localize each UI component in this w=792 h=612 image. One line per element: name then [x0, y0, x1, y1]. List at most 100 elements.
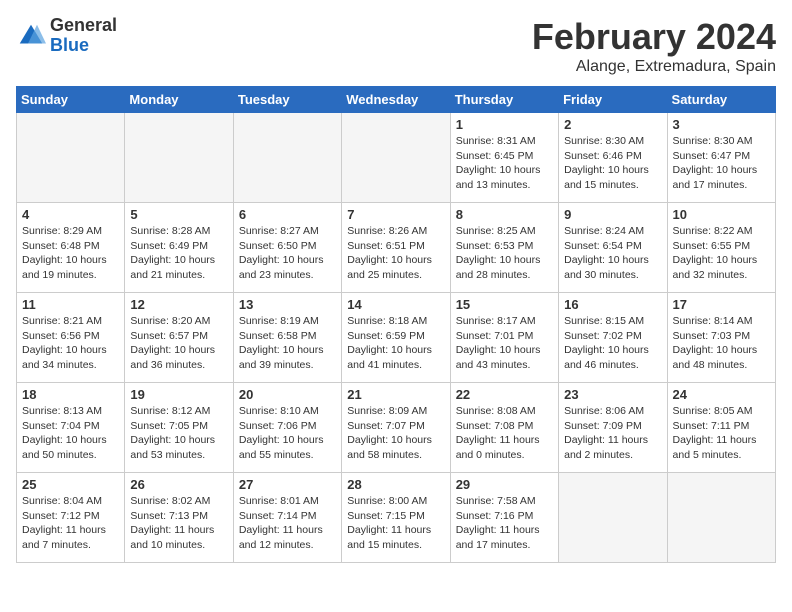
day-info: Sunrise: 8:30 AM Sunset: 6:46 PM Dayligh…: [564, 134, 661, 193]
day-number: 21: [347, 387, 444, 402]
logo-blue: Blue: [50, 36, 117, 56]
day-number: 3: [673, 117, 770, 132]
day-number: 12: [130, 297, 227, 312]
day-number: 25: [22, 477, 119, 492]
day-info: Sunrise: 8:29 AM Sunset: 6:48 PM Dayligh…: [22, 224, 119, 283]
calendar-cell: 3 Sunrise: 8:30 AM Sunset: 6:47 PM Daylig…: [667, 113, 775, 203]
day-info: Sunrise: 8:14 AM Sunset: 7:03 PM Dayligh…: [673, 314, 770, 373]
day-info: Sunrise: 8:26 AM Sunset: 6:51 PM Dayligh…: [347, 224, 444, 283]
calendar-header-monday: Monday: [125, 87, 233, 113]
calendar-header-row: SundayMondayTuesdayWednesdayThursdayFrid…: [17, 87, 776, 113]
calendar-cell: [233, 113, 341, 203]
title-area: February 2024 Alange, Extremadura, Spain: [532, 16, 776, 76]
calendar-cell: 13Sunrise: 8:19 AM Sunset: 6:58 PM Dayli…: [233, 293, 341, 383]
day-number: 15: [456, 297, 553, 312]
day-number: 6: [239, 207, 336, 222]
day-info: Sunrise: 8:20 AM Sunset: 6:57 PM Dayligh…: [130, 314, 227, 373]
logo-text: General Blue: [50, 16, 117, 56]
day-number: 27: [239, 477, 336, 492]
day-number: 2: [564, 117, 661, 132]
calendar-cell: 22 Sunrise: 8:08 AM Sunset: 7:08 PM Dayli…: [450, 383, 558, 473]
day-info: Sunrise: 8:12 AM Sunset: 7:05 PM Dayligh…: [130, 404, 227, 463]
calendar-cell: 19Sunrise: 8:12 AM Sunset: 7:05 PM Dayli…: [125, 383, 233, 473]
day-info: Sunrise: 8:31 AM Sunset: 6:45 PM Dayligh…: [456, 134, 553, 193]
day-number: 24: [673, 387, 770, 402]
day-number: 14: [347, 297, 444, 312]
day-info: Sunrise: 8:27 AM Sunset: 6:50 PM Dayligh…: [239, 224, 336, 283]
calendar-cell: 21 Sunrise: 8:09 AM Sunset: 7:07 PM Dayli…: [342, 383, 450, 473]
calendar-cell: 29Sunrise: 7:58 AM Sunset: 7:16 PM Dayli…: [450, 473, 558, 563]
location-title: Alange, Extremadura, Spain: [532, 58, 776, 76]
calendar-cell: [667, 473, 775, 563]
day-info: Sunrise: 8:05 AM Sunset: 7:11 PM Dayligh…: [673, 404, 770, 463]
calendar-header-saturday: Saturday: [667, 87, 775, 113]
calendar-cell: 12 Sunrise: 8:20 AM Sunset: 6:57 PM Dayli…: [125, 293, 233, 383]
day-number: 5: [130, 207, 227, 222]
day-info: Sunrise: 8:09 AM Sunset: 7:07 PM Dayligh…: [347, 404, 444, 463]
day-number: 28: [347, 477, 444, 492]
day-info: Sunrise: 8:19 AM Sunset: 6:58 PM Dayligh…: [239, 314, 336, 373]
day-info: Sunrise: 8:08 AM Sunset: 7:08 PM Dayligh…: [456, 404, 553, 463]
calendar-header-tuesday: Tuesday: [233, 87, 341, 113]
day-number: 23: [564, 387, 661, 402]
calendar-cell: 24 Sunrise: 8:05 AM Sunset: 7:11 PM Dayli…: [667, 383, 775, 473]
day-info: Sunrise: 8:10 AM Sunset: 7:06 PM Dayligh…: [239, 404, 336, 463]
calendar-cell: [125, 113, 233, 203]
day-info: Sunrise: 8:18 AM Sunset: 6:59 PM Dayligh…: [347, 314, 444, 373]
day-number: 22: [456, 387, 553, 402]
day-number: 7: [347, 207, 444, 222]
calendar-cell: 28 Sunrise: 8:00 AM Sunset: 7:15 PM Dayli…: [342, 473, 450, 563]
day-number: 9: [564, 207, 661, 222]
page-header: General Blue February 2024 Alange, Extre…: [16, 16, 776, 76]
calendar-header-sunday: Sunday: [17, 87, 125, 113]
day-info: Sunrise: 8:17 AM Sunset: 7:01 PM Dayligh…: [456, 314, 553, 373]
calendar-week-1: 4 Sunrise: 8:29 AM Sunset: 6:48 PM Daylig…: [17, 203, 776, 293]
calendar-cell: 2 Sunrise: 8:30 AM Sunset: 6:46 PM Daylig…: [559, 113, 667, 203]
calendar-cell: 6 Sunrise: 8:27 AM Sunset: 6:50 PM Daylig…: [233, 203, 341, 293]
day-info: Sunrise: 8:00 AM Sunset: 7:15 PM Dayligh…: [347, 494, 444, 553]
calendar-cell: 5 Sunrise: 8:28 AM Sunset: 6:49 PM Daylig…: [125, 203, 233, 293]
calendar-cell: 11Sunrise: 8:21 AM Sunset: 6:56 PM Dayli…: [17, 293, 125, 383]
day-number: 10: [673, 207, 770, 222]
calendar-cell: 1 Sunrise: 8:31 AM Sunset: 6:45 PM Daylig…: [450, 113, 558, 203]
calendar-cell: 7 Sunrise: 8:26 AM Sunset: 6:51 PM Daylig…: [342, 203, 450, 293]
day-info: Sunrise: 7:58 AM Sunset: 7:16 PM Dayligh…: [456, 494, 553, 553]
calendar-cell: 16 Sunrise: 8:15 AM Sunset: 7:02 PM Dayli…: [559, 293, 667, 383]
day-info: Sunrise: 8:01 AM Sunset: 7:14 PM Dayligh…: [239, 494, 336, 553]
calendar-cell: 25 Sunrise: 8:04 AM Sunset: 7:12 PM Dayli…: [17, 473, 125, 563]
calendar-cell: 14 Sunrise: 8:18 AM Sunset: 6:59 PM Dayli…: [342, 293, 450, 383]
calendar-cell: [559, 473, 667, 563]
day-number: 4: [22, 207, 119, 222]
day-number: 20: [239, 387, 336, 402]
day-info: Sunrise: 8:30 AM Sunset: 6:47 PM Dayligh…: [673, 134, 770, 193]
day-info: Sunrise: 8:28 AM Sunset: 6:49 PM Dayligh…: [130, 224, 227, 283]
calendar-cell: 8Sunrise: 8:25 AM Sunset: 6:53 PM Daylig…: [450, 203, 558, 293]
day-number: 26: [130, 477, 227, 492]
day-info: Sunrise: 8:06 AM Sunset: 7:09 PM Dayligh…: [564, 404, 661, 463]
calendar-header-friday: Friday: [559, 87, 667, 113]
day-info: Sunrise: 8:02 AM Sunset: 7:13 PM Dayligh…: [130, 494, 227, 553]
day-info: Sunrise: 8:04 AM Sunset: 7:12 PM Dayligh…: [22, 494, 119, 553]
calendar-week-2: 11Sunrise: 8:21 AM Sunset: 6:56 PM Dayli…: [17, 293, 776, 383]
day-info: Sunrise: 8:13 AM Sunset: 7:04 PM Dayligh…: [22, 404, 119, 463]
day-number: 16: [564, 297, 661, 312]
calendar-cell: [342, 113, 450, 203]
calendar-cell: 10 Sunrise: 8:22 AM Sunset: 6:55 PM Dayli…: [667, 203, 775, 293]
calendar-cell: 27 Sunrise: 8:01 AM Sunset: 7:14 PM Dayli…: [233, 473, 341, 563]
day-info: Sunrise: 8:25 AM Sunset: 6:53 PM Dayligh…: [456, 224, 553, 283]
day-info: Sunrise: 8:24 AM Sunset: 6:54 PM Dayligh…: [564, 224, 661, 283]
day-info: Sunrise: 8:15 AM Sunset: 7:02 PM Dayligh…: [564, 314, 661, 373]
calendar-week-4: 25 Sunrise: 8:04 AM Sunset: 7:12 PM Dayli…: [17, 473, 776, 563]
calendar-cell: 4 Sunrise: 8:29 AM Sunset: 6:48 PM Daylig…: [17, 203, 125, 293]
day-number: 18: [22, 387, 119, 402]
calendar-week-3: 18 Sunrise: 8:13 AM Sunset: 7:04 PM Dayli…: [17, 383, 776, 473]
logo-general: General: [50, 16, 117, 36]
calendar-cell: 17Sunrise: 8:14 AM Sunset: 7:03 PM Dayli…: [667, 293, 775, 383]
day-number: 1: [456, 117, 553, 132]
calendar-body: 1 Sunrise: 8:31 AM Sunset: 6:45 PM Daylig…: [17, 113, 776, 563]
day-info: Sunrise: 8:22 AM Sunset: 6:55 PM Dayligh…: [673, 224, 770, 283]
calendar-header-thursday: Thursday: [450, 87, 558, 113]
calendar-cell: 26 Sunrise: 8:02 AM Sunset: 7:13 PM Dayli…: [125, 473, 233, 563]
logo-icon: [16, 21, 46, 51]
day-number: 11: [22, 297, 119, 312]
